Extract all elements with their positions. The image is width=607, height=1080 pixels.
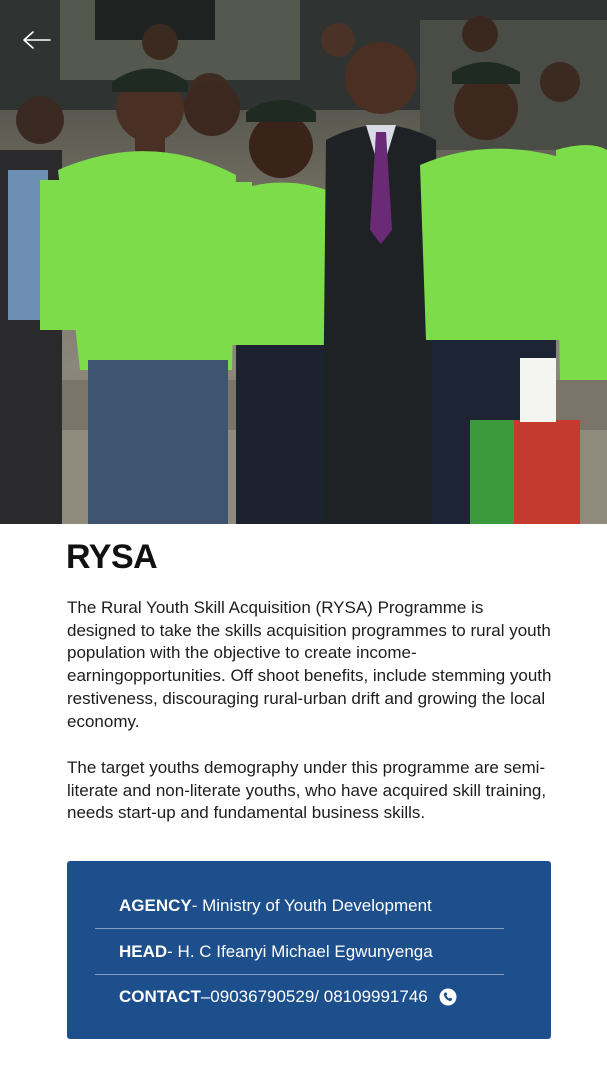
agency-info-card: AGENCY - Ministry of Youth Development H… [67,861,551,1039]
contact-row: CONTACT –09036790529/ 08109991746 [119,976,499,1018]
page-title: RYSA [66,538,158,576]
hero-photo [0,0,607,524]
agency-row: AGENCY - Ministry of Youth Development [119,885,499,927]
divider [95,974,504,975]
head-label: HEAD [119,942,168,961]
agency-label: AGENCY [119,896,192,915]
description-paragraph: The Rural Youth Skill Acquisition (RYSA)… [67,598,552,731]
target-demography-paragraph: The target youths demography under this … [67,758,547,823]
head-value: - H. C Ifeanyi Michael Egwunyenga [167,942,433,961]
phone-icon-glyph [439,988,457,1006]
back-button[interactable] [22,30,70,66]
arrow-left-icon [23,31,51,49]
hero-photo-illustration [0,0,607,524]
contact-value[interactable]: –09036790529/ 08109991746 [201,987,428,1007]
agency-value: - Ministry of Youth Development [191,896,432,915]
head-row: HEAD - H. C Ifeanyi Michael Egwunyenga [119,931,499,973]
contact-label: CONTACT [119,987,201,1006]
divider [95,928,504,929]
phone-icon[interactable] [439,988,457,1006]
